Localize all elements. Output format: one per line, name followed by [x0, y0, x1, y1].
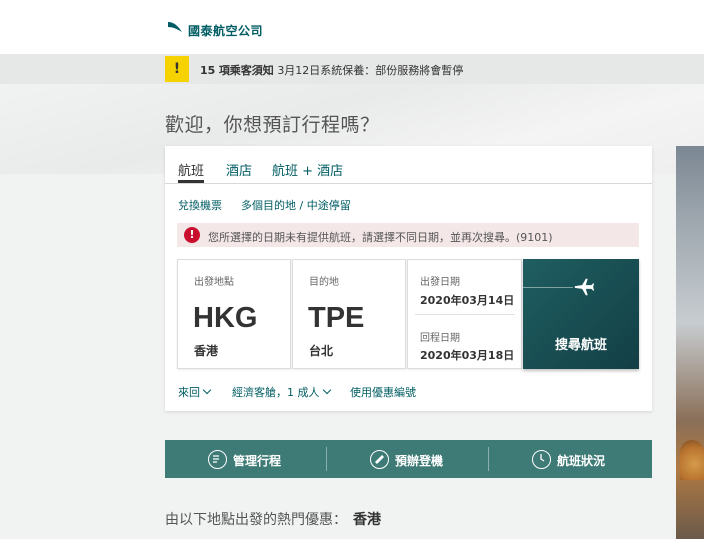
- logo-text: 國泰航空公司: [188, 24, 264, 38]
- cabin-passenger-dropdown[interactable]: 經濟客艙，1 成人: [232, 384, 331, 400]
- site-header: [0, 0, 704, 54]
- search-flights-label: 搜尋航班: [554, 338, 607, 353]
- error-text: 您所選擇的日期未有提供航班，請選擇不同日期，並再次搜尋。(9101): [208, 231, 553, 244]
- cathay-logo[interactable]: 國泰航空公司: [166, 16, 263, 39]
- destination-code: TPE: [308, 302, 365, 334]
- plane-trail: [523, 287, 573, 288]
- depart-date-value[interactable]: 2020年03月14日: [420, 292, 514, 308]
- return-date-label: 回程日期: [420, 333, 460, 344]
- popular-deals-city[interactable]: 香港: [353, 512, 381, 528]
- notice-text[interactable]: 15 項乘客須知 3月12日系統保養：部份服務將會暫停: [200, 62, 463, 78]
- tab-flights[interactable]: 航班: [178, 160, 204, 179]
- destination-photo: [676, 146, 704, 539]
- destination-photo-dome: [680, 440, 704, 480]
- chevron-down-icon: [322, 385, 331, 395]
- popular-deals-heading: 由以下地點出發的熱門優惠： 香港: [165, 509, 381, 529]
- notice-message: 3月12日系統保養：部份服務將會暫停: [277, 64, 464, 77]
- origin-code: HKG: [193, 302, 258, 334]
- action-divider: [488, 447, 489, 471]
- origin-label: 出發地點: [194, 277, 234, 288]
- destination-city: 台北: [309, 344, 334, 358]
- clock-icon: [532, 450, 551, 469]
- promo-code-link[interactable]: 使用優惠編號: [350, 384, 416, 400]
- plane-icon: [574, 278, 595, 296]
- tab-hotels[interactable]: 酒店: [226, 160, 252, 179]
- notice-label: 項乘客須知: [218, 64, 274, 77]
- page-title: 歡迎，你想預訂行程嗎？: [165, 114, 380, 136]
- destination-label: 目的地: [309, 277, 339, 288]
- manage-booking-button[interactable]: 管理行程: [233, 452, 281, 469]
- action-divider: [326, 447, 327, 471]
- tab-flight-hotel[interactable]: 航班 + 酒店: [272, 160, 343, 179]
- online-check-in-button[interactable]: 預辦登機: [395, 452, 443, 469]
- depart-date-label: 出發日期: [420, 277, 460, 288]
- redeem-flights-link[interactable]: 兌換機票: [178, 197, 222, 213]
- multi-city-link[interactable]: 多個目的地 / 中途停留: [241, 197, 351, 213]
- chevron-down-icon: [202, 385, 212, 395]
- brushwing-logo-icon: [168, 21, 182, 32]
- flight-status-button[interactable]: 航班狀況: [557, 452, 605, 469]
- trip-type-dropdown[interactable]: 來回: [178, 384, 212, 400]
- tabs-divider: [165, 183, 652, 184]
- manage-booking-icon: [208, 450, 227, 469]
- check-in-icon: [370, 450, 389, 469]
- cabin-passenger-label: 經濟客艙，1 成人: [232, 386, 320, 399]
- warning-icon: !: [165, 56, 189, 82]
- origin-city: 香港: [194, 344, 219, 358]
- trip-type-label: 來回: [178, 386, 200, 399]
- popular-deals-prefix: 由以下地點出發的熱門優惠：: [165, 512, 347, 528]
- notice-count: 15: [200, 64, 216, 77]
- dates-divider: [415, 314, 515, 315]
- return-date-value[interactable]: 2020年03月18日: [420, 347, 514, 363]
- error-icon: !: [184, 227, 200, 243]
